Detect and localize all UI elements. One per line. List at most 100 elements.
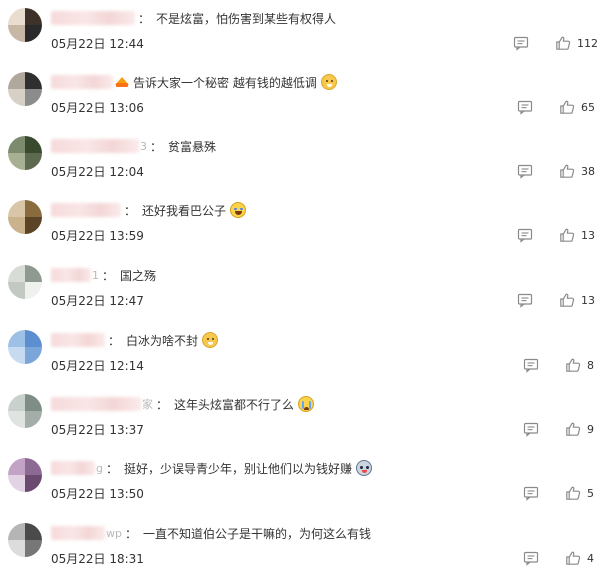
comment-time: 05月22日 18:31 [51, 552, 144, 566]
comment-time: 05月22日 13:50 [51, 487, 144, 501]
husky-emoji [356, 460, 373, 476]
colon-separator: ： [124, 526, 137, 541]
like-count[interactable]: 9 [587, 423, 594, 436]
like-count[interactable]: 8 [587, 359, 594, 372]
like-count[interactable]: 4 [587, 552, 594, 565]
dog-emoji [202, 332, 219, 348]
reply-icon[interactable] [523, 485, 539, 501]
like-icon[interactable] [559, 99, 575, 115]
username-blurred[interactable] [51, 526, 105, 540]
avatar[interactable] [8, 200, 42, 234]
comment-actions: 13 [517, 227, 595, 243]
colon-separator: ： [124, 203, 137, 218]
comment-text: 还好我看巴公子 [142, 203, 227, 218]
reply-icon[interactable] [513, 35, 529, 51]
comment-item: 家： 这年头炫富都不行了么 05月22日 13:37 9 [0, 388, 611, 452]
comment-time: 05月22日 13:37 [51, 423, 144, 437]
comment-actions: 9 [523, 421, 594, 437]
username-suffix[interactable]: 家 [142, 396, 153, 412]
comment-time: 05月22日 12:47 [51, 294, 144, 308]
username-suffix[interactable]: wp [106, 527, 122, 540]
reply-icon[interactable] [523, 357, 539, 373]
colon-separator: ： [105, 461, 118, 476]
comment-line: 3： 贫富悬殊 [51, 136, 216, 156]
comment-line: ： 不是炫富，怕伤害到某些有权得人 [51, 8, 336, 28]
comment-line: ： 白冰为啥不封 [51, 330, 219, 350]
username-blurred[interactable] [51, 268, 91, 282]
username-suffix[interactable]: 1 [92, 269, 99, 282]
comment-text: 一直不知道伯公子是干嘛的，为何这么有钱 [143, 526, 372, 541]
like-icon[interactable] [559, 163, 575, 179]
like-icon[interactable] [565, 485, 581, 501]
username-blurred[interactable] [51, 11, 135, 25]
reply-icon[interactable] [517, 99, 533, 115]
comment-time: 05月22日 13:06 [51, 101, 144, 115]
avatar[interactable] [8, 523, 42, 557]
comment-actions: 38 [517, 163, 595, 179]
username-suffix[interactable]: g [96, 462, 103, 475]
like-icon[interactable] [565, 421, 581, 437]
dog-emoji [320, 74, 337, 90]
avatar[interactable] [8, 394, 42, 428]
comment-text: 挺好，少误导青少年，别让他们以为钱好赚 [124, 461, 353, 476]
avatar[interactable] [8, 458, 42, 492]
laugh-cry-emoji [230, 202, 247, 218]
comment-line: ： 还好我看巴公子 [51, 200, 247, 220]
like-icon[interactable] [565, 550, 581, 566]
username-blurred[interactable] [51, 333, 105, 347]
colon-separator: ： [138, 11, 151, 26]
reply-icon[interactable] [523, 550, 539, 566]
comment-line: 1： 国之殇 [51, 265, 156, 285]
colon-separator: ： [102, 268, 115, 283]
comment-item: g： 挺好，少误导青少年，别让他们以为钱好赚 05月22日 13:50 5 [0, 452, 611, 516]
like-icon[interactable] [559, 292, 575, 308]
comment-actions: 8 [523, 357, 594, 373]
comment-time: 05月22日 12:14 [51, 359, 144, 373]
avatar[interactable] [8, 136, 42, 170]
reply-icon[interactable] [523, 421, 539, 437]
comment-actions: 65 [517, 99, 595, 115]
reply-icon[interactable] [517, 292, 533, 308]
like-count[interactable]: 13 [581, 229, 595, 242]
username-blurred[interactable] [51, 203, 121, 217]
like-icon[interactable] [565, 357, 581, 373]
comment-time: 05月22日 13:59 [51, 229, 144, 243]
like-icon[interactable] [559, 227, 575, 243]
comment-line: 家： 这年头炫富都不行了么 [51, 394, 315, 414]
comment-text: 贫富悬殊 [168, 139, 217, 154]
comment-actions: 13 [517, 292, 595, 308]
comment-item: wp： 一直不知道伯公子是干嘛的，为何这么有钱 05月22日 18:31 4 [0, 517, 611, 581]
like-count[interactable]: 65 [581, 101, 595, 114]
reply-icon[interactable] [517, 227, 533, 243]
comment-actions: 4 [523, 550, 594, 566]
username-blurred[interactable] [51, 139, 139, 153]
username-blurred[interactable] [51, 75, 113, 89]
comment-actions: 5 [523, 485, 594, 501]
avatar[interactable] [8, 72, 42, 106]
like-count[interactable]: 13 [581, 294, 595, 307]
comment-item: ： 还好我看巴公子 05月22日 13:59 13 [0, 194, 611, 258]
reply-icon[interactable] [517, 163, 533, 179]
comment-text: 不是炫富，怕伤害到某些有权得人 [156, 11, 337, 26]
comment-line: wp： 一直不知道伯公子是干嘛的，为何这么有钱 [51, 523, 371, 543]
crown-icon [115, 76, 129, 88]
colon-separator: ： [156, 397, 169, 412]
like-icon[interactable] [555, 35, 571, 51]
username-blurred[interactable] [51, 461, 95, 475]
like-count[interactable]: 5 [587, 487, 594, 500]
username-suffix[interactable]: 3 [140, 140, 147, 153]
avatar[interactable] [8, 8, 42, 42]
avatar[interactable] [8, 330, 42, 364]
comment-time: 05月22日 12:04 [51, 165, 144, 179]
comment-text: 国之殇 [120, 268, 157, 283]
comment-text: 这年头炫富都不行了么 [174, 397, 295, 412]
avatar[interactable] [8, 265, 42, 299]
like-count[interactable]: 112 [577, 37, 598, 50]
comment-time: 05月22日 12:44 [51, 37, 144, 51]
username-blurred[interactable] [51, 397, 141, 411]
comment-line: g： 挺好，少误导青少年，别让他们以为钱好赚 [51, 458, 373, 478]
comment-item: 3： 贫富悬殊 05月22日 12:04 38 [0, 130, 611, 194]
crying-emoji [298, 396, 315, 412]
comment-text: 白冰为啥不封 [126, 333, 199, 348]
like-count[interactable]: 38 [581, 165, 595, 178]
